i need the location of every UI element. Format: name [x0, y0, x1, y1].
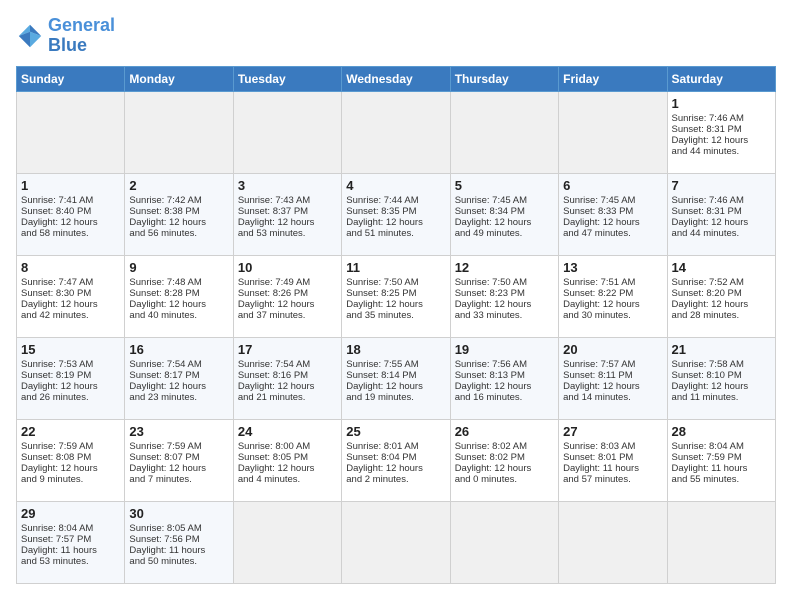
calendar-cell: 21Sunrise: 7:58 AMSunset: 8:10 PMDayligh…: [667, 337, 775, 419]
calendar-cell: [342, 501, 450, 583]
calendar-cell: 5Sunrise: 7:45 AMSunset: 8:34 PMDaylight…: [450, 173, 558, 255]
calendar-cell: 14Sunrise: 7:52 AMSunset: 8:20 PMDayligh…: [667, 255, 775, 337]
calendar-cell: 18Sunrise: 7:55 AMSunset: 8:14 PMDayligh…: [342, 337, 450, 419]
calendar-cell: 4Sunrise: 7:44 AMSunset: 8:35 PMDaylight…: [342, 173, 450, 255]
calendar-cell: [450, 501, 558, 583]
calendar-cell: 11Sunrise: 7:50 AMSunset: 8:25 PMDayligh…: [342, 255, 450, 337]
empty-cell: [17, 91, 125, 173]
empty-cell: [125, 91, 233, 173]
calendar-cell: 1Sunrise: 7:41 AMSunset: 8:40 PMDaylight…: [17, 173, 125, 255]
col-header-saturday: Saturday: [667, 66, 775, 91]
calendar-cell: 25Sunrise: 8:01 AMSunset: 8:04 PMDayligh…: [342, 419, 450, 501]
logo-text: General Blue: [48, 16, 115, 56]
empty-cell: [559, 91, 667, 173]
calendar-cell: 23Sunrise: 7:59 AMSunset: 8:07 PMDayligh…: [125, 419, 233, 501]
calendar-cell: 24Sunrise: 8:00 AMSunset: 8:05 PMDayligh…: [233, 419, 341, 501]
header: General Blue: [16, 16, 776, 56]
col-header-tuesday: Tuesday: [233, 66, 341, 91]
col-header-monday: Monday: [125, 66, 233, 91]
col-header-friday: Friday: [559, 66, 667, 91]
calendar-cell: 1Sunrise: 7:46 AMSunset: 8:31 PMDaylight…: [667, 91, 775, 173]
calendar-cell: 28Sunrise: 8:04 AMSunset: 7:59 PMDayligh…: [667, 419, 775, 501]
calendar-cell: [233, 501, 341, 583]
calendar-cell: 10Sunrise: 7:49 AMSunset: 8:26 PMDayligh…: [233, 255, 341, 337]
calendar-cell: 7Sunrise: 7:46 AMSunset: 8:31 PMDaylight…: [667, 173, 775, 255]
calendar-cell: [667, 501, 775, 583]
calendar-cell: 9Sunrise: 7:48 AMSunset: 8:28 PMDaylight…: [125, 255, 233, 337]
calendar-cell: 17Sunrise: 7:54 AMSunset: 8:16 PMDayligh…: [233, 337, 341, 419]
calendar-cell: 15Sunrise: 7:53 AMSunset: 8:19 PMDayligh…: [17, 337, 125, 419]
calendar-cell: 20Sunrise: 7:57 AMSunset: 8:11 PMDayligh…: [559, 337, 667, 419]
calendar-cell: 27Sunrise: 8:03 AMSunset: 8:01 PMDayligh…: [559, 419, 667, 501]
calendar-cell: 12Sunrise: 7:50 AMSunset: 8:23 PMDayligh…: [450, 255, 558, 337]
calendar-cell: [559, 501, 667, 583]
week-row: 15Sunrise: 7:53 AMSunset: 8:19 PMDayligh…: [17, 337, 776, 419]
week-row: 22Sunrise: 7:59 AMSunset: 8:08 PMDayligh…: [17, 419, 776, 501]
calendar-table: SundayMondayTuesdayWednesdayThursdayFrid…: [16, 66, 776, 584]
calendar-page: General Blue SundayMondayTuesdayWednesda…: [0, 0, 792, 612]
calendar-cell: 22Sunrise: 7:59 AMSunset: 8:08 PMDayligh…: [17, 419, 125, 501]
col-header-wednesday: Wednesday: [342, 66, 450, 91]
calendar-cell: 19Sunrise: 7:56 AMSunset: 8:13 PMDayligh…: [450, 337, 558, 419]
calendar-cell: 13Sunrise: 7:51 AMSunset: 8:22 PMDayligh…: [559, 255, 667, 337]
calendar-cell: 8Sunrise: 7:47 AMSunset: 8:30 PMDaylight…: [17, 255, 125, 337]
logo-icon: [16, 22, 44, 50]
week-row: 29Sunrise: 8:04 AMSunset: 7:57 PMDayligh…: [17, 501, 776, 583]
empty-cell: [450, 91, 558, 173]
logo: General Blue: [16, 16, 115, 56]
calendar-cell: 29Sunrise: 8:04 AMSunset: 7:57 PMDayligh…: [17, 501, 125, 583]
calendar-cell: 6Sunrise: 7:45 AMSunset: 8:33 PMDaylight…: [559, 173, 667, 255]
calendar-cell: 30Sunrise: 8:05 AMSunset: 7:56 PMDayligh…: [125, 501, 233, 583]
calendar-cell: 26Sunrise: 8:02 AMSunset: 8:02 PMDayligh…: [450, 419, 558, 501]
calendar-cell: 2Sunrise: 7:42 AMSunset: 8:38 PMDaylight…: [125, 173, 233, 255]
week-row: 1Sunrise: 7:41 AMSunset: 8:40 PMDaylight…: [17, 173, 776, 255]
week-row: 8Sunrise: 7:47 AMSunset: 8:30 PMDaylight…: [17, 255, 776, 337]
calendar-cell: 3Sunrise: 7:43 AMSunset: 8:37 PMDaylight…: [233, 173, 341, 255]
week-row: 1Sunrise: 7:46 AMSunset: 8:31 PMDaylight…: [17, 91, 776, 173]
calendar-cell: 16Sunrise: 7:54 AMSunset: 8:17 PMDayligh…: [125, 337, 233, 419]
col-header-thursday: Thursday: [450, 66, 558, 91]
col-header-sunday: Sunday: [17, 66, 125, 91]
header-row: SundayMondayTuesdayWednesdayThursdayFrid…: [17, 66, 776, 91]
empty-cell: [233, 91, 341, 173]
empty-cell: [342, 91, 450, 173]
